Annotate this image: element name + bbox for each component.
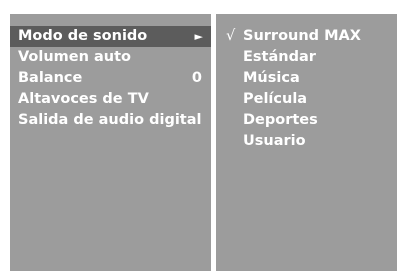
option-standard[interactable]: Estándar <box>216 47 397 68</box>
check-icon: √ <box>226 28 236 44</box>
menu-item-label: Volumen auto <box>18 49 131 65</box>
option-label: Música <box>243 70 300 86</box>
menu-item-label: Balance <box>18 70 83 86</box>
menu-item-auto-volume[interactable]: Volumen auto <box>10 47 211 68</box>
menu-item-digital-audio-out[interactable]: Salida de audio digital <box>10 110 211 131</box>
menu-item-tv-speakers[interactable]: Altavoces de TV <box>10 89 211 110</box>
menu-item-sound-mode[interactable]: Modo de sonido ► <box>10 26 211 47</box>
balance-value: 0 <box>191 70 202 86</box>
option-surround-max[interactable]: √ Surround MAX <box>216 26 397 47</box>
tv-osd-screen: Modo de sonido ► Volumen auto Balance 0 … <box>0 0 406 277</box>
menu-item-balance[interactable]: Balance 0 <box>10 68 211 89</box>
option-sports[interactable]: Deportes <box>216 110 397 131</box>
option-label: Estándar <box>243 49 316 65</box>
sound-menu-panel: Modo de sonido ► Volumen auto Balance 0 … <box>10 14 211 271</box>
option-user[interactable]: Usuario <box>216 131 397 152</box>
menu-item-label: Altavoces de TV <box>18 91 149 107</box>
option-label: Película <box>243 91 308 107</box>
option-music[interactable]: Música <box>216 68 397 89</box>
menu-item-label: Salida de audio digital <box>18 112 202 128</box>
option-label: Surround MAX <box>243 28 361 44</box>
sound-mode-submenu-panel: √ Surround MAX Estándar Música Película … <box>216 14 397 271</box>
option-label: Deportes <box>243 112 318 128</box>
menu-item-label: Modo de sonido <box>18 28 148 44</box>
right-arrow-icon: ► <box>194 30 203 43</box>
option-movie[interactable]: Película <box>216 89 397 110</box>
option-label: Usuario <box>243 133 306 149</box>
